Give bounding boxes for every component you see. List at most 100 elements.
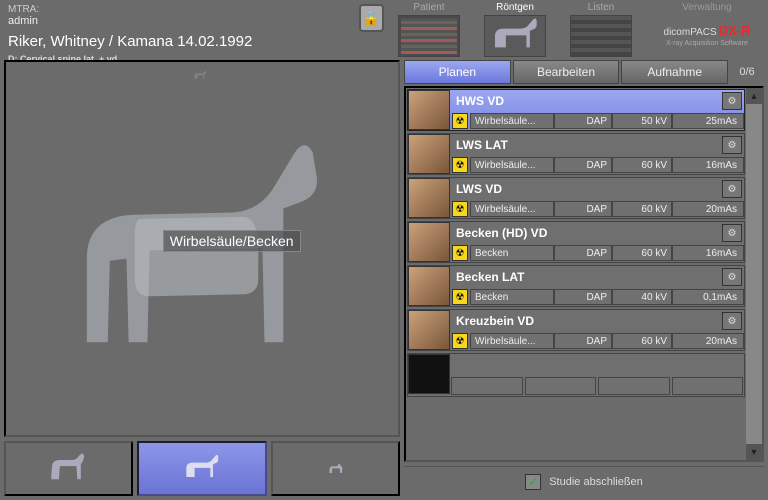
exam-dap: DAP: [554, 333, 612, 349]
settings-icon: ⚙: [728, 184, 737, 195]
radiation-icon: ☢: [452, 245, 468, 261]
nav-verwaltung[interactable]: Verwaltung: [682, 2, 731, 13]
exam-kv: 60 kV: [612, 201, 672, 217]
exam-thumb: [408, 178, 450, 218]
exam-thumb: [408, 266, 450, 306]
exam-settings-button[interactable]: ⚙: [722, 136, 742, 154]
exam-row[interactable]: LWS VD ⚙ ☢Wirbelsäule...DAP60 kV20mAs: [407, 177, 745, 219]
exam-dap: DAP: [554, 245, 612, 261]
exam-mas: 0,1mAs: [672, 289, 744, 305]
exam-scrollbar[interactable]: ▲ ▼: [746, 88, 762, 460]
nav-roentgen-label: Röntgen: [496, 2, 534, 13]
exam-thumb: [408, 90, 450, 130]
patient-header: MTRA: admin Riker, Whitney / Kamana 14.0…: [0, 0, 359, 60]
patient-name: Riker, Whitney / Kamana 14.02.1992: [8, 33, 351, 50]
exam-title: Kreuzbein VD: [450, 314, 722, 328]
exam-title: HWS VD: [450, 94, 722, 108]
logo-subtitle: X-ray Acquisition Software: [666, 40, 748, 47]
anatomy-region-label: Wirbelsäule/Becken: [163, 230, 301, 252]
exam-row[interactable]: HWS VD⚙☢Wirbelsäule...DAP50 kV25mAs: [407, 89, 745, 131]
species-dog[interactable]: [137, 441, 266, 496]
exam-dap: DAP: [554, 289, 612, 305]
tab-bearbeiten[interactable]: Bearbeiten: [513, 60, 620, 84]
nav-patient-thumb: [398, 15, 460, 57]
settings-icon: ⚙: [728, 96, 737, 107]
dog-icon: [164, 453, 239, 484]
exam-mas: 20mAs: [672, 333, 744, 349]
nav-roentgen[interactable]: Röntgen: [480, 2, 550, 58]
exam-mas: 20mAs: [672, 201, 744, 217]
exam-dap: DAP: [554, 201, 612, 217]
exam-row[interactable]: LWS LAT ⚙ ☢Wirbelsäule...DAP60 kV16mAs: [407, 133, 745, 175]
exam-row[interactable]: Becken LAT⚙☢BeckenDAP40 kV0,1mAs: [407, 265, 745, 307]
species-selector: [4, 441, 400, 496]
finish-study-row[interactable]: ✓ Studie abschließen: [404, 466, 764, 496]
exam-row[interactable]: Kreuzbein VD⚙☢Wirbelsäule...DAP60 kV20mA…: [407, 309, 745, 351]
mini-dog-icon: [192, 70, 212, 84]
exam-category: Wirbelsäule...: [470, 201, 554, 217]
exam-kv: 40 kV: [612, 289, 672, 305]
exam-mas: 16mAs: [672, 157, 744, 173]
logo-brand: dicomPACS: [664, 27, 717, 38]
nav-listen-thumb: [570, 15, 632, 57]
exam-mas: 16mAs: [672, 245, 744, 261]
radiation-icon: ☢: [452, 201, 468, 217]
settings-icon: ⚙: [728, 272, 737, 283]
nav-listen-label: Listen: [588, 2, 615, 13]
mtra-label: MTRA:: [8, 4, 351, 15]
settings-icon: ⚙: [728, 140, 737, 151]
logo-column: Verwaltung dicomPACS DX-R X-ray Acquisit…: [652, 2, 762, 58]
exam-kv: 60 kV: [612, 157, 672, 173]
exam-kv: 50 kV: [612, 113, 672, 129]
species-horse[interactable]: [4, 441, 133, 496]
finish-study-label: Studie abschließen: [549, 476, 643, 488]
exam-settings-button[interactable]: ⚙: [722, 92, 742, 110]
exam-title: LWS LAT: [450, 138, 722, 152]
tab-aufnahme[interactable]: Aufnahme: [621, 60, 728, 84]
exam-thumb: [408, 310, 450, 350]
exam-settings-button[interactable]: ⚙: [722, 268, 742, 286]
exam-dap: DAP: [554, 157, 612, 173]
exam-title: Becken LAT: [450, 270, 722, 284]
lock-button[interactable]: 🔒: [359, 4, 384, 32]
tab-planen[interactable]: Planen: [404, 60, 511, 84]
exam-thumb: [408, 134, 450, 174]
species-cat[interactable]: [271, 441, 400, 496]
scroll-up-icon[interactable]: ▲: [746, 88, 762, 104]
scroll-track[interactable]: [746, 104, 762, 444]
radiation-icon: ☢: [452, 113, 468, 129]
exam-thumb: [408, 222, 450, 262]
exam-row[interactable]: Becken (HD) VD⚙☢BeckenDAP60 kV16mAs: [407, 221, 745, 263]
check-icon: ✓: [525, 474, 541, 490]
mtra-user: admin: [8, 15, 351, 27]
anatomy-view[interactable]: Wirbelsäule/Becken: [4, 60, 400, 437]
exam-empty-row: [407, 353, 745, 397]
scroll-down-icon[interactable]: ▼: [746, 444, 762, 460]
tab-count: 0/6: [730, 66, 764, 78]
top-bar: MTRA: admin Riker, Whitney / Kamana 14.0…: [0, 0, 768, 60]
exam-category: Wirbelsäule...: [470, 333, 554, 349]
exam-title: Becken (HD) VD: [450, 226, 722, 240]
exam-settings-button[interactable]: ⚙: [722, 312, 742, 330]
settings-icon: ⚙: [728, 228, 737, 239]
lock-icon: 🔒: [363, 10, 380, 27]
radiation-icon: ☢: [452, 157, 468, 173]
exam-mas: 25mAs: [672, 113, 744, 129]
exam-kv: 60 kV: [612, 245, 672, 261]
exam-title: LWS VD: [450, 182, 722, 196]
exam-list: HWS VD⚙☢Wirbelsäule...DAP50 kV25mAsLWS L…: [404, 86, 764, 462]
mode-tabs: Planen Bearbeiten Aufnahme 0/6: [404, 60, 764, 84]
exam-category: Becken: [470, 289, 554, 305]
exam-settings-button[interactable]: ⚙: [722, 180, 742, 198]
exam-thumb-empty: [408, 354, 450, 394]
exam-dap: DAP: [554, 113, 612, 129]
nav-patient[interactable]: Patient: [394, 2, 464, 58]
exam-settings-button[interactable]: ⚙: [722, 224, 742, 242]
nav-roentgen-thumb: [484, 15, 546, 57]
nav-listen[interactable]: Listen: [566, 2, 636, 58]
nav-thumbnails: Patient Röntgen Listen Verwaltung dicomP…: [388, 0, 768, 60]
logo-dx: DX-R: [719, 23, 751, 38]
exam-kv: 60 kV: [612, 333, 672, 349]
exam-category: Wirbelsäule...: [470, 157, 554, 173]
horse-icon: [31, 453, 106, 484]
